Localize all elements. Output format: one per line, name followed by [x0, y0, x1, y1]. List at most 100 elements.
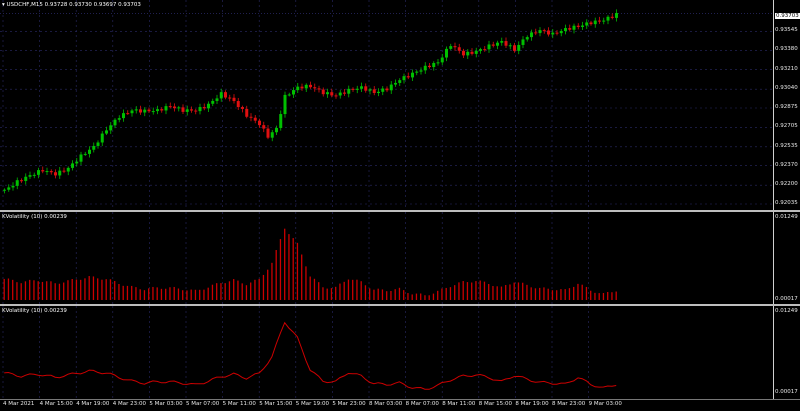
- price-pane[interactable]: ▾ USDCHF,M15 0.93728 0.93730 0.93697 0.9…: [0, 0, 800, 210]
- indicator2-pane[interactable]: KVolatility (10) 0.00239 0.01249 0.00017: [0, 306, 800, 399]
- candle-body: [564, 28, 567, 32]
- candle-body: [487, 44, 491, 50]
- candle-body: [224, 92, 227, 98]
- candle-body: [453, 46, 457, 48]
- candle-body: [589, 22, 593, 25]
- candle-body: [610, 16, 614, 18]
- candle-body: [160, 109, 164, 111]
- candle-body: [15, 180, 19, 186]
- volatility-histogram[interactable]: [0, 212, 773, 304]
- candle-body: [368, 89, 372, 91]
- candle-body: [355, 88, 359, 90]
- indicator1-pane[interactable]: KVolatility (10) 0.00239 0.01249 0.00017: [0, 212, 800, 304]
- indicator1-title: KVolatility (10) 0.00239: [2, 214, 67, 220]
- candle-body: [71, 163, 74, 168]
- candle-body: [534, 32, 538, 34]
- candle-body: [394, 82, 397, 85]
- current-price-tag: 0.93703: [775, 13, 800, 19]
- candle-body: [457, 47, 461, 51]
- candle-body: [423, 65, 427, 71]
- candle-body: [92, 145, 96, 150]
- candle-body: [219, 92, 223, 99]
- candle-body: [88, 149, 91, 154]
- candle-body: [343, 92, 346, 94]
- price-tick-label: 0.93380: [775, 46, 798, 53]
- candle-body: [185, 109, 189, 112]
- candle-body: [330, 92, 334, 96]
- time-tick-label: 8 Mar 19:00: [515, 401, 549, 407]
- candle-body: [525, 37, 529, 40]
- candle-body: [585, 22, 589, 26]
- candle-body: [139, 109, 142, 113]
- time-tick-label: 8 Mar 03:00: [369, 401, 403, 407]
- time-tick-label: 5 Mar 15:00: [259, 401, 293, 407]
- candle-body: [122, 113, 125, 119]
- candle-body: [236, 101, 240, 108]
- time-tick-label: 8 Mar 07:00: [405, 401, 439, 407]
- candle-body: [449, 46, 453, 49]
- indicator1-min: 0.00017: [775, 296, 798, 302]
- candle-body: [402, 76, 406, 81]
- candle-body: [504, 41, 508, 46]
- candle-body: [334, 95, 338, 97]
- candle-body: [207, 103, 210, 109]
- candle-body: [602, 20, 606, 22]
- candle-body: [79, 154, 83, 162]
- candle-body: [338, 92, 342, 96]
- candle-body: [517, 44, 521, 51]
- indicator1-scale[interactable]: [773, 212, 800, 304]
- indicator2-scale[interactable]: [773, 306, 800, 399]
- candle-body: [326, 92, 329, 95]
- candle-body: [54, 172, 57, 176]
- candle-body: [283, 94, 287, 115]
- candle-body: [508, 45, 512, 47]
- time-tick-label: 4 Mar 2021: [3, 401, 35, 407]
- candle-body: [415, 71, 419, 73]
- candle-body: [538, 30, 542, 34]
- candle-body: [211, 100, 215, 104]
- indicator2-min: 0.00017: [775, 389, 798, 395]
- candle-body: [147, 109, 151, 112]
- volatility-line[interactable]: [0, 306, 773, 399]
- chart-title-text: USDCHF,M15 0.93728 0.93730 0.93697 0.937…: [6, 2, 141, 8]
- candle-body: [24, 176, 28, 181]
- time-tick-label: 5 Mar 11:00: [222, 401, 256, 407]
- candle-body: [177, 107, 181, 109]
- price-tick-label: 0.93545: [775, 27, 798, 34]
- candle-body: [11, 185, 15, 188]
- candle-body: [491, 44, 495, 46]
- candle-body: [45, 171, 49, 173]
- candle-body: [228, 97, 232, 99]
- time-tick-label: 8 Mar 23:00: [552, 401, 586, 407]
- candle-body: [32, 174, 36, 176]
- time-tick-label: 4 Mar 19:00: [76, 401, 110, 407]
- candle-body: [406, 76, 410, 78]
- candle-body: [581, 25, 584, 27]
- indicator2-max: 0.01249: [775, 308, 798, 314]
- candle-body: [262, 125, 266, 129]
- candle-body: [317, 88, 321, 90]
- candle-body: [198, 107, 202, 112]
- candle-body: [479, 49, 482, 51]
- candle-body: [241, 107, 244, 109]
- candle-body: [143, 109, 147, 113]
- candle-body: [253, 117, 257, 121]
- candle-body: [436, 62, 440, 64]
- dropdown-icon[interactable]: ▾: [2, 2, 5, 8]
- candle-body: [134, 109, 138, 111]
- candlestick-chart[interactable]: [0, 0, 773, 210]
- candle-body: [483, 49, 487, 51]
- candle-body: [164, 106, 168, 111]
- candle-body: [202, 107, 206, 109]
- candle-body: [270, 132, 274, 138]
- candle-body: [385, 88, 389, 91]
- candle-body: [615, 13, 618, 18]
- candle-body: [530, 32, 533, 38]
- candle-body: [105, 130, 108, 134]
- indicator2-title: KVolatility (10) 0.00239: [2, 308, 67, 314]
- candle-body: [377, 91, 380, 94]
- candle-body: [351, 88, 355, 90]
- candle-body: [181, 107, 185, 112]
- candle-body: [300, 86, 304, 89]
- candle-body: [3, 189, 6, 191]
